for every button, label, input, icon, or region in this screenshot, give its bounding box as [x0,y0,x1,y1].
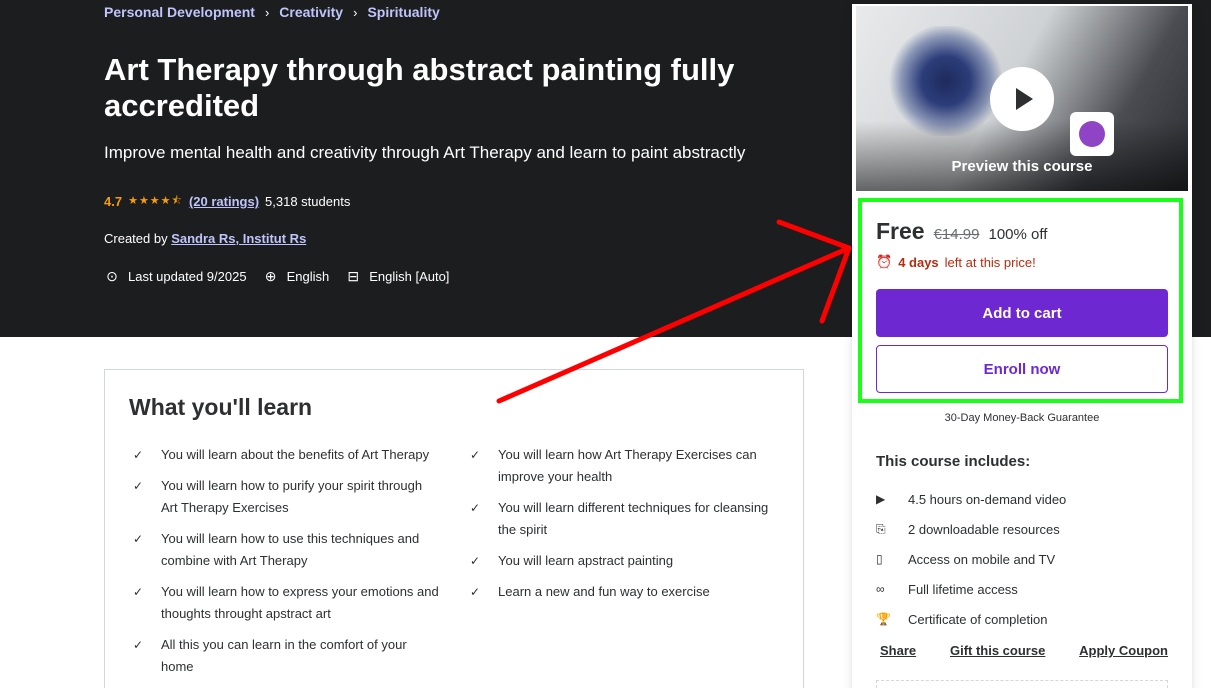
check-icon: ✓ [470,585,481,599]
learn-item: ✓ You will learn how to use this techniqu… [129,528,439,572]
includes-item: ⎘ 2 downloadable resources [876,514,1066,544]
course-title: Art Therapy through abstract painting fu… [104,52,735,123]
includes-text: Certificate of completion [908,611,1048,627]
includes-title: This course includes: [876,453,1031,470]
rating-value: 4.7 [104,194,123,209]
includes-text: Access on mobile and TV [908,551,1056,567]
infinity-icon: ∞ [876,582,885,596]
alert-badge-icon: ⊙ [106,268,118,284]
breadcrumb-spirituality[interactable]: Spirituality [367,4,439,20]
check-icon: ✓ [133,638,144,652]
chevron-right-icon: › [264,4,270,20]
learn-item: ✓ You will learn how Art Therapy Exercise… [466,444,776,488]
learn-item-text: You will learn how to purify your spirit… [161,478,423,515]
rating-row: 4.7 ★★★★⯪ (20 ratings) 5,318 students [104,192,350,211]
money-back-guarantee: 30-Day Money-Back Guarantee [944,412,1100,424]
includes-text: 4.5 hours on-demand video [908,491,1067,507]
breadcrumb-creativity[interactable]: Creativity [279,4,343,20]
preview-shade [856,121,1188,191]
learn-item-text: You will learn apstract painting [498,553,674,568]
institute-logo [1070,112,1114,156]
learn-item: ✓ You will learn different techniques for… [466,497,776,541]
preview-course-label[interactable]: Preview this course [856,158,1188,175]
captions-icon: ⊟ [347,268,360,284]
course-preview-video[interactable]: Preview this course [856,6,1188,191]
course-subtitle: Improve mental health and creativity thr… [104,143,746,162]
learn-item-text: You will learn how to use this technique… [161,531,420,568]
green-highlight-box [858,198,1183,403]
learn-item: ✓ You will learn how to purify your spiri… [129,475,439,519]
trophy-icon: 🏆 [876,612,891,626]
learn-item: ✓ Learn a new and fun way to exercise [466,581,776,603]
captions: ⊟ English [Auto] [345,268,449,285]
gift-course-button[interactable]: Gift this course [950,643,1045,658]
includes-list: ▶ 4.5 hours on-demand video ⎘ 2 downloadab… [876,484,1066,634]
learn-item: ✓ All this you can learn in the comfort o… [129,634,439,678]
file-download-icon: ⎘ [876,521,886,536]
check-icon: ✓ [470,448,481,462]
breadcrumb-personal-development[interactable]: Personal Development [104,4,255,20]
video-icon: ▶ [876,492,886,506]
learn-item-text: You will learn different techniques for … [498,500,769,537]
check-icon: ✓ [133,479,144,493]
includes-text: Full lifetime access [908,581,1018,597]
chevron-right-icon: › [353,4,358,20]
globe-icon: ⊕ [264,268,277,284]
what-you-learn-box: What you'll learn ✓ You will learn about … [104,369,804,688]
learn-item-text: Learn a new and fun way to exercise [498,584,710,599]
learn-item: ✓ You will learn about the benefits of Ar… [129,444,439,466]
language: ⊕ English [263,268,330,285]
check-icon: ✓ [470,554,481,568]
learn-item: ✓ You will learn how to express your emot… [129,581,439,625]
check-icon: ✓ [133,585,144,599]
ratings-count-link[interactable]: (20 ratings) [189,194,259,209]
star-rating-icon: ★★★★⯪ [128,195,183,207]
captions-text: English [Auto] [369,269,450,284]
language-text: English [286,269,330,284]
includes-item: ▶ 4.5 hours on-demand video [876,484,1066,514]
mobile-icon: ▯ [876,552,883,566]
play-button[interactable] [990,67,1054,131]
paint-splash-image [886,26,1006,136]
logo-mark-icon [1079,121,1105,147]
instructor-link[interactable]: Sandra Rs, Institut Rs [171,231,306,246]
breadcrumb: Personal Development › Creativity › Spir… [104,4,440,20]
learn-item-text: You will learn how to express your emoti… [161,584,439,621]
learn-item-text: You will learn about the benefits of Art… [161,447,430,462]
share-button[interactable]: Share [880,643,916,658]
sidebar-actions: Share Gift this course Apply Coupon [880,643,1168,658]
learn-item-text: You will learn how Art Therapy Exercises… [498,447,757,484]
includes-text: 2 downloadable resources [908,521,1060,537]
learn-column-left: ✓ You will learn about the benefits of Ar… [129,444,439,687]
last-updated-text: Last updated 9/2025 [128,269,247,284]
course-meta: ⊙ Last updated 9/2025 ⊕ English ⊟ Englis… [104,268,465,285]
check-icon: ✓ [133,448,144,462]
apply-coupon-button[interactable]: Apply Coupon [1079,643,1168,658]
includes-item: ▯ Access on mobile and TV [876,544,1066,574]
students-count: 5,318 students [265,194,351,209]
coupon-box [876,680,1168,688]
includes-item: ∞ Full lifetime access [876,574,1066,604]
what-you-learn-title: What you'll learn [129,394,313,420]
created-by: Created by Sandra Rs, Institut Rs [104,231,306,246]
play-icon [1016,88,1033,110]
learn-item: ✓ You will learn apstract painting [466,550,776,572]
includes-item: 🏆 Certificate of completion [876,604,1066,634]
created-by-label: Created by [104,231,168,246]
check-icon: ✓ [133,532,144,546]
last-updated: ⊙ Last updated 9/2025 [104,268,247,285]
check-icon: ✓ [470,501,481,515]
learn-column-right: ✓ You will learn how Art Therapy Exercise… [466,444,776,612]
learn-item-text: All this you can learn in the comfort of… [161,637,407,674]
